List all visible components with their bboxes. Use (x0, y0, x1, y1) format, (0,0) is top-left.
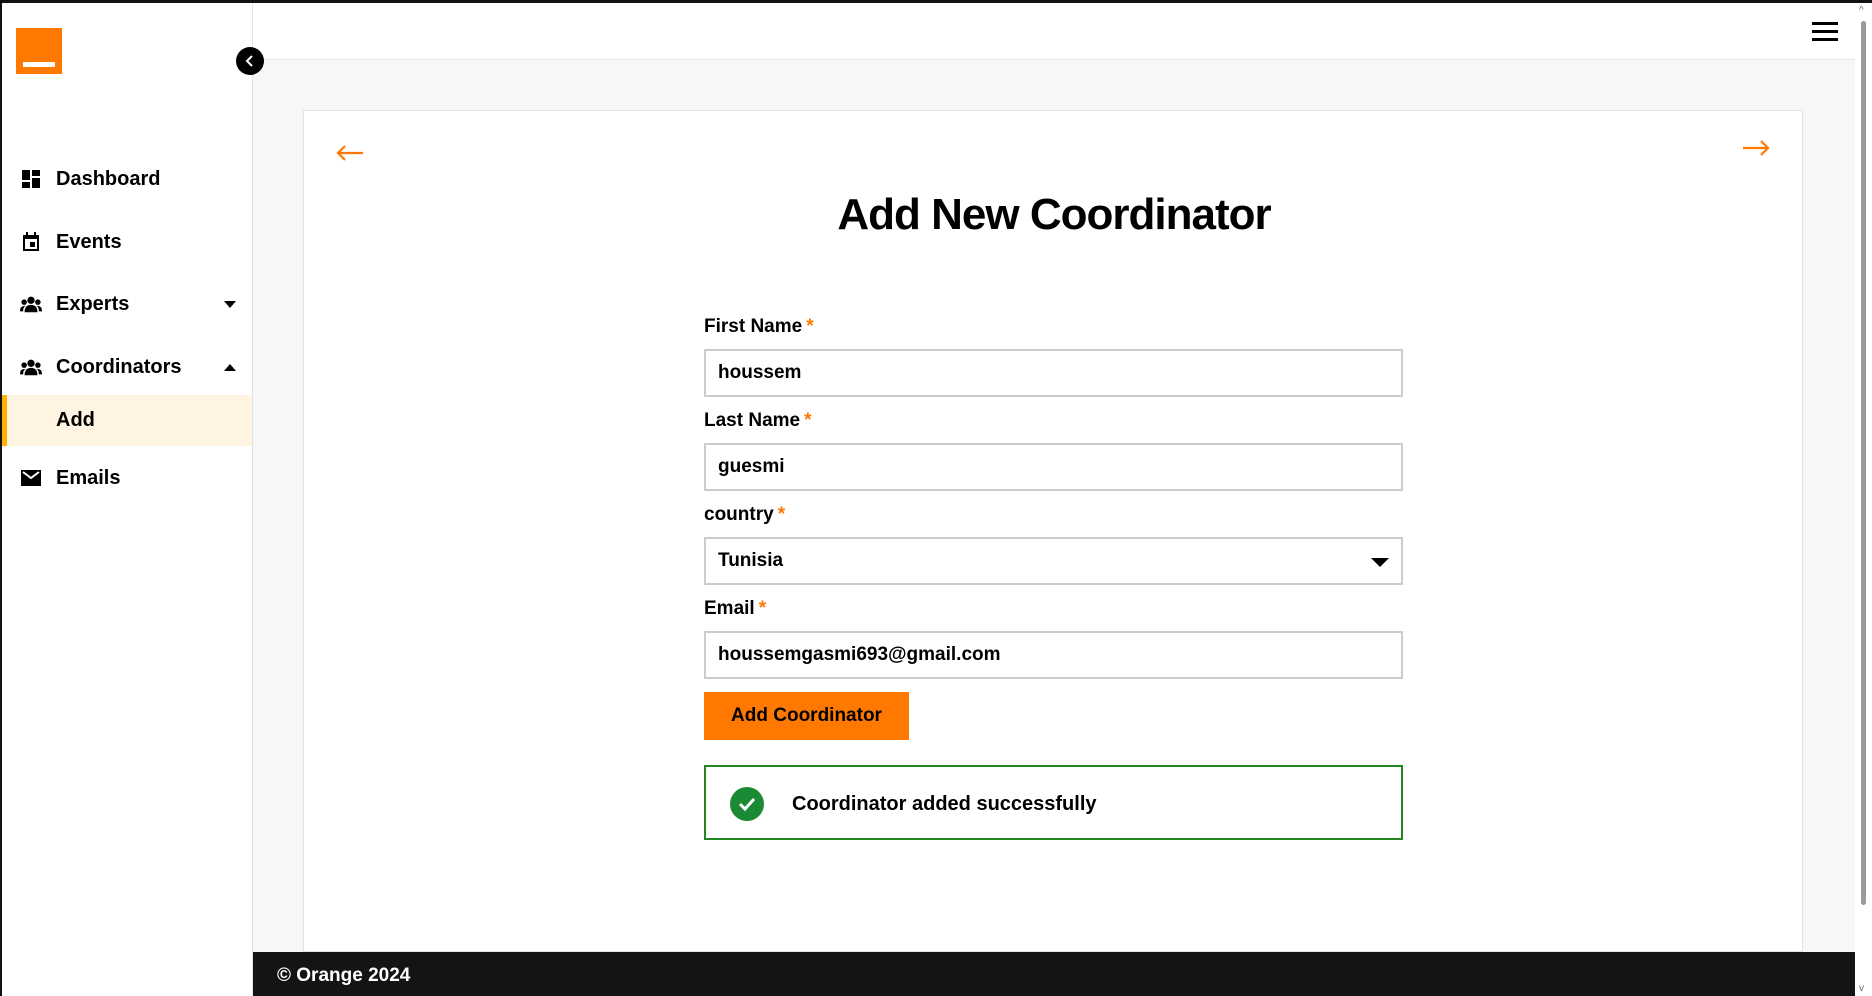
scroll-thumb[interactable] (1861, 21, 1866, 905)
chevron-down-icon (1371, 558, 1389, 567)
users-icon (20, 293, 42, 315)
caret-down-icon (224, 300, 236, 308)
last-name-input[interactable] (704, 443, 1403, 491)
caret-up-icon (224, 363, 236, 371)
check-circle-icon (730, 787, 764, 821)
sidebar-item-experts[interactable]: Experts (2, 280, 252, 328)
country-label: country * (704, 504, 786, 525)
sidebar-item-label: Experts (56, 292, 130, 315)
scroll-up-icon[interactable]: ^ (1859, 5, 1864, 16)
arrow-left-icon[interactable] (336, 144, 364, 167)
sidebar-item-label: Dashboard (56, 167, 161, 190)
sidebar-item-label: Coordinators (56, 355, 182, 378)
top-header (253, 3, 1855, 60)
orange-logo[interactable] (16, 28, 62, 74)
alert-message: Coordinator added successfully (792, 793, 1097, 815)
sidebar-item-emails[interactable]: Emails (2, 454, 252, 502)
country-select-value: Tunisia (718, 550, 784, 571)
required-marker: * (758, 598, 767, 619)
arrow-right-icon[interactable] (1742, 139, 1770, 162)
last-name-label: Last Name * (704, 410, 812, 431)
email-label: Email * (704, 598, 767, 619)
hamburger-menu-icon[interactable] (1812, 22, 1838, 42)
vertical-scrollbar[interactable]: ^ v (1855, 3, 1872, 996)
required-marker: * (804, 410, 812, 431)
chevron-left-icon (245, 55, 253, 67)
country-select[interactable]: Tunisia (704, 537, 1403, 585)
sidebar: Dashboard Events Experts Coordinators Ad… (2, 3, 253, 996)
email-input[interactable] (704, 631, 1403, 679)
first-name-label: First Name * (704, 316, 814, 337)
users-icon (20, 356, 42, 378)
add-coordinator-button[interactable]: Add Coordinator (704, 692, 909, 740)
sidebar-item-label: Emails (56, 466, 121, 489)
page-title: Add New Coordinator (837, 190, 1271, 239)
sidebar-item-events[interactable]: Events (2, 218, 252, 266)
calendar-icon (20, 231, 42, 253)
dashboard-icon (20, 168, 42, 190)
sidebar-item-dashboard[interactable]: Dashboard (2, 155, 252, 203)
footer: © Orange 2024 (253, 952, 1855, 996)
sidebar-subitem-add[interactable]: Add (2, 395, 252, 446)
envelope-icon (20, 467, 42, 489)
required-marker: * (777, 504, 786, 525)
success-alert: Coordinator added successfully (704, 765, 1403, 840)
scroll-down-icon[interactable]: v (1859, 983, 1864, 994)
sidebar-item-label: Events (56, 230, 122, 253)
required-marker: * (806, 316, 814, 337)
sidebar-subitem-label: Add (56, 409, 95, 431)
sidebar-item-coordinators[interactable]: Coordinators (2, 343, 252, 391)
first-name-input[interactable] (704, 349, 1403, 397)
copyright-text: © Orange 2024 (277, 965, 411, 986)
collapse-sidebar-button[interactable] (236, 47, 264, 75)
